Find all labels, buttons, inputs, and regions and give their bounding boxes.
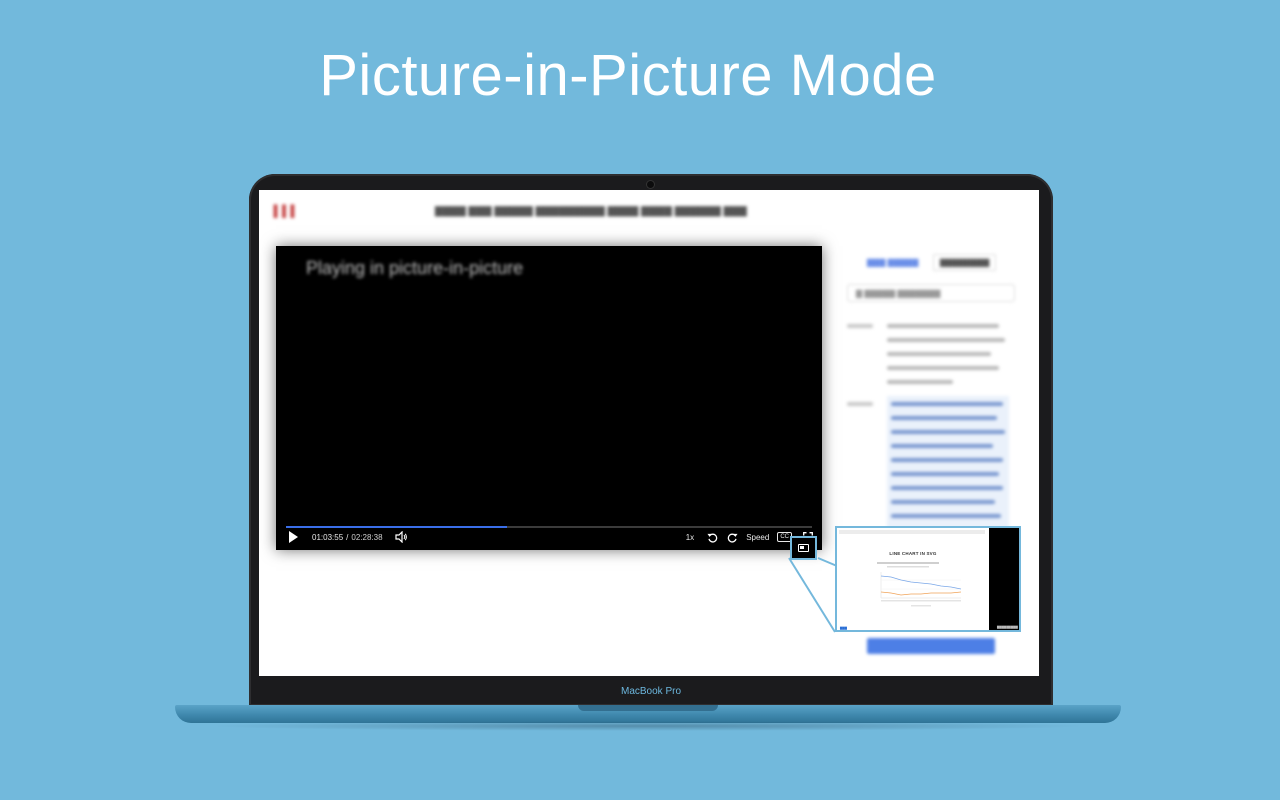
pip-footer-link: ▇▇▇ bbox=[840, 626, 847, 630]
transcript-line bbox=[891, 486, 1003, 490]
video-controls: 01:03:55/02:28:38 1x Speed CC bbox=[276, 524, 822, 550]
headline: Picture-in-Picture Mode bbox=[319, 43, 937, 108]
play-icon bbox=[289, 531, 298, 543]
forward-button[interactable] bbox=[726, 531, 738, 543]
pip-timestamp: ▇▇▇▇▇▇▇▇▇ bbox=[997, 625, 1018, 629]
forward-icon bbox=[727, 533, 738, 543]
pip-window[interactable]: LINE CHART IN SVG ▇▇▇ ▇▇▇▇▇▇▇▇▇ bbox=[835, 526, 1021, 632]
timestamp[interactable] bbox=[847, 324, 873, 328]
transcript-line bbox=[891, 472, 999, 476]
time-separator: / bbox=[346, 532, 349, 542]
pip-chart-thumbnail bbox=[877, 562, 962, 607]
current-time: 01:03:55 bbox=[312, 532, 344, 542]
rewind-button[interactable] bbox=[706, 531, 718, 543]
transcript-line bbox=[887, 338, 1005, 342]
transcript-line bbox=[891, 416, 997, 420]
transcript-line bbox=[891, 402, 1003, 406]
base-notch bbox=[578, 705, 718, 711]
pip-url-bar bbox=[839, 530, 985, 534]
site-logo[interactable]: ▍▍▍ bbox=[274, 205, 299, 218]
pip-overlay-message: Playing in picture-in-picture bbox=[306, 258, 524, 278]
picture-in-picture-icon bbox=[798, 544, 809, 552]
duration: 02:28:38 bbox=[351, 532, 383, 542]
transcript-line bbox=[891, 500, 995, 504]
time-display: 01:03:55/02:28:38 bbox=[312, 533, 383, 542]
pip-heading: LINE CHART IN SVG bbox=[889, 551, 937, 556]
volume-button[interactable] bbox=[394, 531, 407, 543]
transcript-line bbox=[887, 352, 991, 356]
play-button[interactable] bbox=[288, 531, 298, 543]
pip-side-panel bbox=[989, 528, 1019, 630]
pip-content: LINE CHART IN SVG ▇▇▇ bbox=[837, 528, 989, 630]
volume-icon bbox=[394, 531, 407, 543]
pip-button[interactable] bbox=[790, 536, 817, 560]
transcript-line bbox=[887, 324, 999, 328]
transcript-line bbox=[891, 514, 1001, 518]
transcript-search[interactable]: ▇ ▇▇▇▇▇ ▇▇▇▇▇▇▇ bbox=[847, 284, 1015, 302]
tab-transcript[interactable]: ▇▇▇ ▇▇▇▇▇ bbox=[867, 258, 918, 267]
base-shadow bbox=[205, 721, 1091, 731]
timestamp[interactable] bbox=[847, 402, 873, 406]
model-label: MacBook Pro bbox=[620, 686, 682, 697]
sidebar-action-button[interactable] bbox=[867, 638, 995, 654]
transcript-line bbox=[887, 366, 999, 370]
tab-notes[interactable]: ▇▇▇▇▇▇▇▇ bbox=[933, 254, 997, 271]
transcript-line bbox=[891, 458, 1003, 462]
video-player[interactable]: Playing in picture-in-picture 01:03:55/0… bbox=[276, 246, 822, 550]
playback-rate[interactable]: 1x bbox=[686, 533, 694, 542]
speed-button[interactable]: Speed bbox=[746, 533, 769, 542]
rewind-icon bbox=[707, 533, 717, 543]
page-title: ▇▇▇▇ ▇▇▇ ▇▇▇▇▇ ▇▇▇▇▇▇▇▇▇ ▇▇▇▇ ▇▇▇▇ ▇▇▇▇▇… bbox=[435, 206, 747, 217]
transcript-line bbox=[891, 430, 1005, 434]
camera bbox=[647, 181, 654, 188]
transcript-line bbox=[891, 444, 993, 448]
transcript-line bbox=[887, 380, 953, 384]
